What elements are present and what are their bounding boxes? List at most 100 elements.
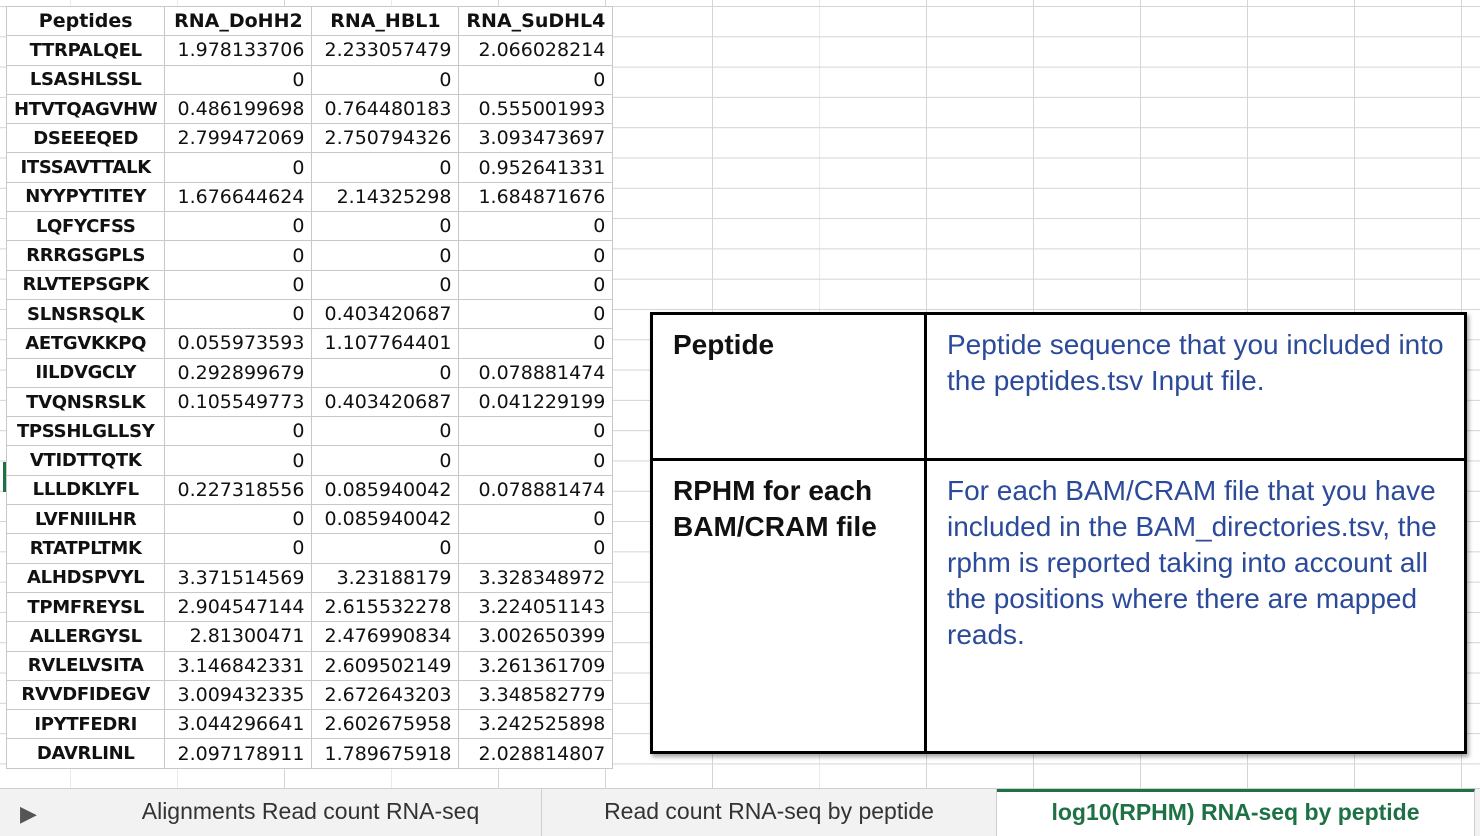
value-cell[interactable]: 2.81300471 [164,621,313,652]
value-cell[interactable]: 0 [458,64,614,95]
peptide-cell[interactable]: ITSSAVTTALK [5,152,166,183]
value-cell[interactable]: 3.002650399 [458,621,614,652]
value-cell[interactable]: 0.764480183 [311,93,460,125]
value-cell[interactable]: 0 [164,211,313,242]
peptide-cell[interactable]: TVQNSRSLK [5,386,166,418]
value-cell[interactable]: 0 [458,298,614,330]
value-cell[interactable]: 0 [164,64,313,95]
peptide-cell[interactable]: LVFNIILHR [5,504,166,535]
tab-log10-rphm-by-peptide[interactable]: log10(RPHM) RNA-seq by peptide [997,789,1475,836]
value-cell[interactable]: 2.028814807 [458,738,614,769]
peptide-cell[interactable]: TTRPALQEL [5,35,166,66]
value-cell[interactable]: 3.224051143 [458,591,614,623]
value-cell[interactable]: 0 [311,533,460,564]
value-cell[interactable]: 3.093473697 [458,123,614,154]
peptide-cell[interactable]: ALHDSPVYL [5,562,166,593]
value-cell[interactable]: 0.078881474 [458,474,614,506]
value-cell[interactable]: 2.602675958 [311,709,460,740]
value-cell[interactable]: 2.066028214 [458,35,614,66]
value-cell[interactable]: 0.105549773 [164,386,313,418]
value-cell[interactable]: 2.14325298 [311,181,460,213]
value-cell[interactable]: 0.055973593 [164,328,313,359]
value-cell[interactable]: 0.078881474 [458,357,614,388]
tab-read-count-by-peptide[interactable]: Read count RNA-seq by peptide [542,789,997,836]
value-cell[interactable]: 0 [458,445,614,476]
value-cell[interactable]: 0 [311,357,460,388]
value-cell[interactable]: 0.085940042 [311,474,460,506]
value-cell[interactable]: 2.476990834 [311,621,460,652]
value-cell[interactable]: 1.676644624 [164,181,313,213]
value-cell[interactable]: 0 [458,269,614,300]
peptide-cell[interactable]: IPYTFEDRI [5,709,166,740]
peptide-cell[interactable]: TPMFREYSL [5,591,166,623]
value-cell[interactable]: 3.044296641 [164,709,313,740]
peptide-cell[interactable]: RRRGSGPLS [5,240,166,271]
value-cell[interactable]: 0 [458,240,614,271]
tab-alignments-read-count[interactable]: Alignments Read count RNA-seq [80,789,542,836]
peptide-cell[interactable]: AETGVKKPQ [5,328,166,359]
value-cell[interactable]: 3.146842331 [164,650,313,681]
value-cell[interactable]: 0.085940042 [311,504,460,535]
column-header-rna-dohh2[interactable]: RNA_DoHH2 [164,5,313,37]
value-cell[interactable]: 2.750794326 [311,123,460,154]
value-cell[interactable]: 0 [311,269,460,300]
value-cell[interactable]: 0 [164,240,313,271]
value-cell[interactable]: 0 [311,64,460,95]
play-arrow-icon[interactable]: ▶ [20,801,37,827]
value-cell[interactable]: 3.23188179 [311,562,460,593]
column-header-rna-sudhl4[interactable]: RNA_SuDHL4 [458,5,614,37]
value-cell[interactable]: 2.799472069 [164,123,313,154]
peptide-cell[interactable]: VTIDTTQTK [5,445,166,476]
peptide-cell[interactable]: ALLERGYSL [5,621,166,652]
value-cell[interactable]: 0.403420687 [311,386,460,418]
value-cell[interactable]: 0.403420687 [311,298,460,330]
value-cell[interactable]: 0 [164,504,313,535]
value-cell[interactable]: 0 [164,445,313,476]
value-cell[interactable]: 2.233057479 [311,35,460,66]
peptide-cell[interactable]: LLLDKLYFL [5,474,166,506]
peptide-cell[interactable]: RVVDFIDEGV [5,679,166,711]
value-cell[interactable]: 0 [311,152,460,183]
value-cell[interactable]: 0 [311,211,460,242]
value-cell[interactable]: 0.227318556 [164,474,313,506]
value-cell[interactable]: 2.904547144 [164,591,313,623]
value-cell[interactable]: 0 [458,211,614,242]
value-cell[interactable]: 0 [164,416,313,447]
value-cell[interactable]: 2.097178911 [164,738,313,769]
value-cell[interactable]: 0 [164,298,313,330]
value-cell[interactable]: 0.952641331 [458,152,614,183]
value-cell[interactable]: 0.041229199 [458,386,614,418]
column-header-rna-hbl1[interactable]: RNA_HBL1 [311,5,460,37]
peptide-cell[interactable]: SLNSRSQLK [5,298,166,330]
column-header-peptides[interactable]: Peptides [5,5,166,37]
value-cell[interactable]: 0.486199698 [164,93,313,125]
value-cell[interactable]: 0 [458,328,614,359]
value-cell[interactable]: 3.348582779 [458,679,614,711]
value-cell[interactable]: 3.009432335 [164,679,313,711]
value-cell[interactable]: 3.261361709 [458,650,614,681]
value-cell[interactable]: 0 [458,533,614,564]
value-cell[interactable]: 0 [458,504,614,535]
peptide-cell[interactable]: LSASHLSSL [5,64,166,95]
peptide-cell[interactable]: NYYPYTITEY [5,181,166,213]
value-cell[interactable]: 3.242525898 [458,709,614,740]
value-cell[interactable]: 0 [164,269,313,300]
value-cell[interactable]: 3.371514569 [164,562,313,593]
value-cell[interactable]: 0.555001993 [458,93,614,125]
peptide-cell[interactable]: IILDVGCLY [5,357,166,388]
value-cell[interactable]: 1.107764401 [311,328,460,359]
peptide-cell[interactable]: RVLELVSITA [5,650,166,681]
value-cell[interactable]: 0.292899679 [164,357,313,388]
value-cell[interactable]: 1.978133706 [164,35,313,66]
peptide-cell[interactable]: RLVTEPSGPK [5,269,166,300]
value-cell[interactable]: 2.615532278 [311,591,460,623]
value-cell[interactable]: 0 [458,416,614,447]
peptide-cell[interactable]: DAVRLINL [5,738,166,769]
value-cell[interactable]: 2.609502149 [311,650,460,681]
peptide-cell[interactable]: HTVTQAGVHW [5,93,166,125]
value-cell[interactable]: 0 [164,152,313,183]
value-cell[interactable]: 1.789675918 [311,738,460,769]
value-cell[interactable]: 1.684871676 [458,181,614,213]
value-cell[interactable]: 0 [311,445,460,476]
peptide-cell[interactable]: RTATPLTMK [5,533,166,564]
